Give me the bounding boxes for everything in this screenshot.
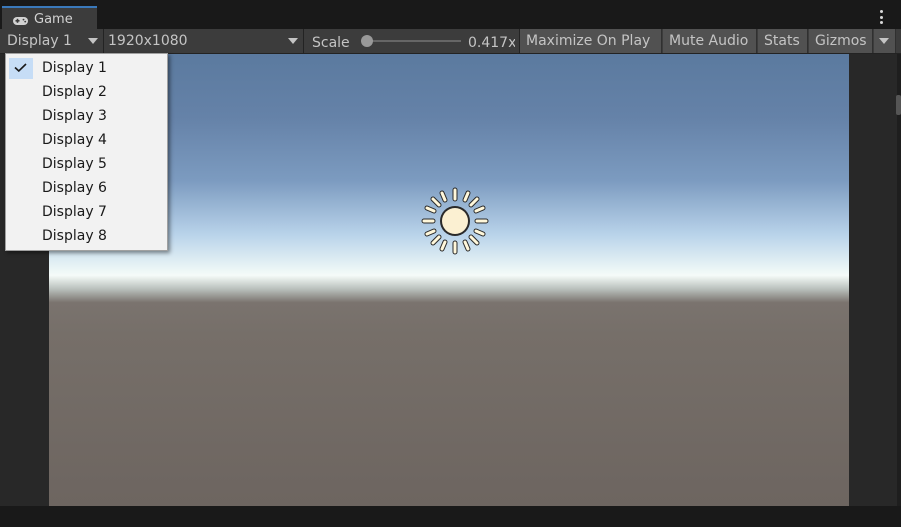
status-strip <box>0 506 901 527</box>
scale-value: 0.417x <box>468 35 515 51</box>
scale-slider-thumb[interactable] <box>361 35 373 47</box>
vertical-dots-icon[interactable] <box>875 9 887 25</box>
menu-item-display-5[interactable]: Display 5 <box>6 152 167 176</box>
menu-item-label: Display 8 <box>42 228 107 244</box>
divider <box>303 29 304 53</box>
display-dropdown-label: Display 1 <box>7 33 72 49</box>
chevron-down-icon <box>288 38 298 44</box>
game-toolbar: Display 1 1920x1080 Scale 0.417x Maximiz… <box>0 29 901 54</box>
tab-game[interactable]: Game <box>2 6 97 31</box>
menu-item-label: Display 1 <box>42 60 107 76</box>
stats-button[interactable]: Stats <box>758 29 808 53</box>
display-dropdown[interactable]: Display 1 <box>0 29 103 53</box>
gamepad-icon <box>12 15 29 25</box>
checkmark-icon <box>14 63 27 72</box>
chevron-down-icon <box>88 38 98 44</box>
gizmos-button[interactable]: Gizmos <box>809 29 873 53</box>
menu-item-display-7[interactable]: Display 7 <box>6 200 167 224</box>
menu-item-label: Display 2 <box>42 84 107 100</box>
resolution-dropdown[interactable]: 1920x1080 <box>104 29 303 53</box>
menu-item-display-2[interactable]: Display 2 <box>6 80 167 104</box>
menu-item-label: Display 5 <box>42 156 107 172</box>
scale-slider-track[interactable] <box>366 40 461 42</box>
menu-item-label: Display 6 <box>42 180 107 196</box>
scrollbar-thumb[interactable] <box>896 95 901 115</box>
maximize-on-play-button[interactable]: Maximize On Play <box>520 29 662 53</box>
gizmos-dropdown[interactable] <box>874 29 896 53</box>
scrollbar[interactable] <box>897 54 901 506</box>
menu-item-display-4[interactable]: Display 4 <box>6 128 167 152</box>
menu-item-display-3[interactable]: Display 3 <box>6 104 167 128</box>
menu-item-display-1[interactable]: Display 1 <box>6 56 167 80</box>
menu-item-label: Display 7 <box>42 204 107 220</box>
directional-light-sun-icon <box>421 187 489 255</box>
chevron-down-icon <box>879 38 889 44</box>
menu-item-display-8[interactable]: Display 8 <box>6 224 167 248</box>
display-menu: Display 1 Display 2 Display 3 Display 4 Disp… <box>5 53 168 251</box>
game-viewport[interactable] <box>49 54 849 506</box>
menu-item-label: Display 4 <box>42 132 107 148</box>
tab-strip: Game <box>0 0 901 31</box>
scale-label: Scale <box>312 35 350 51</box>
tab-title: Game <box>34 12 73 27</box>
menu-item-label: Display 3 <box>42 108 107 124</box>
resolution-label: 1920x1080 <box>108 33 188 49</box>
mute-audio-button[interactable]: Mute Audio <box>663 29 757 53</box>
menu-item-display-6[interactable]: Display 6 <box>6 176 167 200</box>
